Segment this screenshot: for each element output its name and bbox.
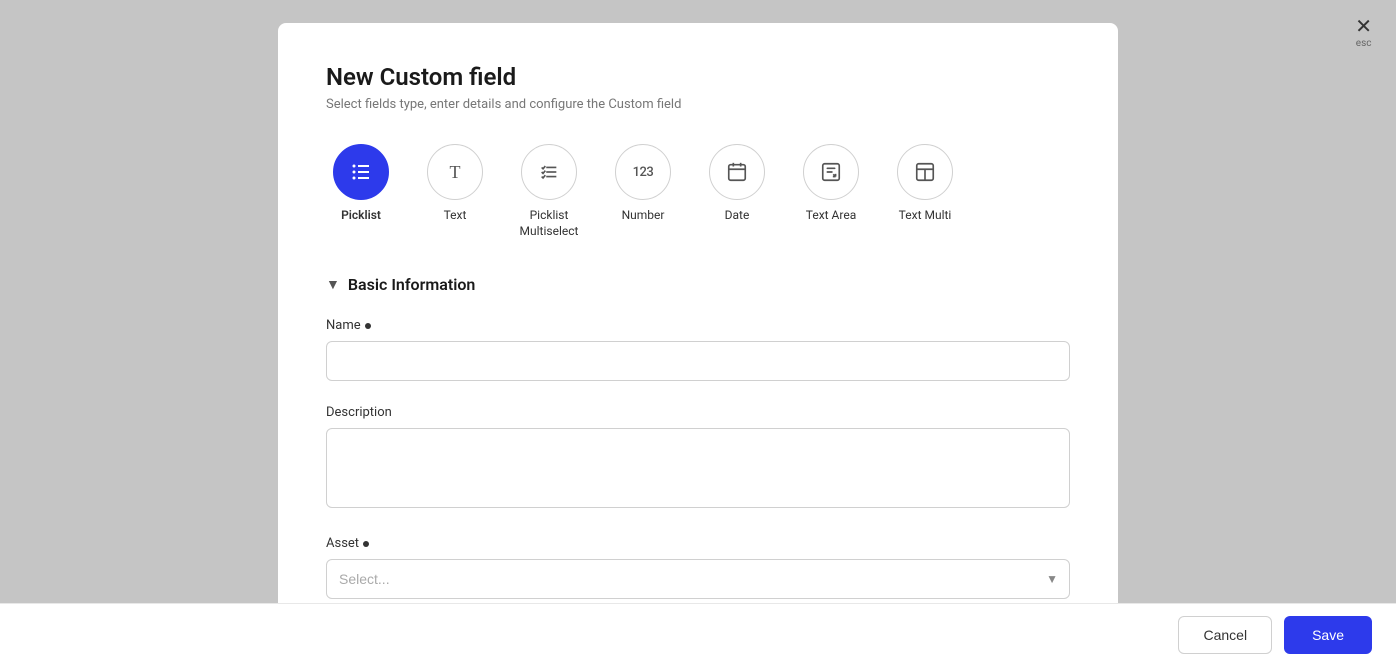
field-type-picklist-multiselect[interactable]: Picklist Multiselect xyxy=(514,144,584,239)
modal-title: New Custom field xyxy=(326,63,1070,91)
asset-select[interactable]: Select... xyxy=(326,559,1070,599)
picklist-label: Picklist xyxy=(341,208,381,224)
text-multi-label: Text Multi xyxy=(899,208,952,224)
esc-label: esc xyxy=(1356,38,1372,49)
modal-container: New Custom field Select fields type, ent… xyxy=(278,23,1118,643)
name-input[interactable] xyxy=(326,341,1070,381)
field-type-selector: Picklist T Text Picklist Multiselect xyxy=(326,144,1070,239)
close-button[interactable]: ✕ esc xyxy=(1355,16,1372,49)
picklist-icon xyxy=(333,144,389,200)
field-type-date[interactable]: Date xyxy=(702,144,772,224)
field-type-text-multi[interactable]: Text Multi xyxy=(890,144,960,224)
close-icon: ✕ xyxy=(1355,16,1372,36)
asset-required-indicator xyxy=(363,541,369,547)
name-form-group: Name xyxy=(326,318,1070,381)
field-type-picklist[interactable]: Picklist xyxy=(326,144,396,224)
number-label: Number xyxy=(622,208,665,224)
text-area-label: Text Area xyxy=(806,208,856,224)
picklist-multiselect-icon xyxy=(521,144,577,200)
date-label: Date xyxy=(725,208,750,224)
save-button[interactable]: Save xyxy=(1284,616,1372,654)
asset-label: Asset xyxy=(326,536,1070,551)
footer-bar: Cancel Save xyxy=(0,603,1396,666)
number-icon: 123 xyxy=(615,144,671,200)
cancel-button[interactable]: Cancel xyxy=(1178,616,1272,654)
section-chevron-icon[interactable]: ▼ xyxy=(326,276,340,293)
asset-form-group: Asset Select... ▼ xyxy=(326,536,1070,599)
name-label: Name xyxy=(326,318,1070,333)
picklist-multiselect-label: Picklist Multiselect xyxy=(520,208,579,239)
section-title: Basic Information xyxy=(348,275,476,294)
field-type-text-area[interactable]: Text Area xyxy=(796,144,866,224)
text-multi-icon xyxy=(897,144,953,200)
name-required-indicator xyxy=(365,323,371,329)
field-type-number[interactable]: 123 Number xyxy=(608,144,678,224)
text-label: Text xyxy=(444,208,467,224)
field-type-text[interactable]: T Text xyxy=(420,144,490,224)
date-icon xyxy=(709,144,765,200)
text-area-icon xyxy=(803,144,859,200)
text-icon: T xyxy=(427,144,483,200)
asset-select-wrapper: Select... ▼ xyxy=(326,559,1070,599)
description-input[interactable] xyxy=(326,428,1070,508)
modal-subtitle: Select fields type, enter details and co… xyxy=(326,97,1070,112)
description-label: Description xyxy=(326,405,1070,420)
section-header: ▼ Basic Information xyxy=(326,275,1070,294)
description-form-group: Description xyxy=(326,405,1070,512)
